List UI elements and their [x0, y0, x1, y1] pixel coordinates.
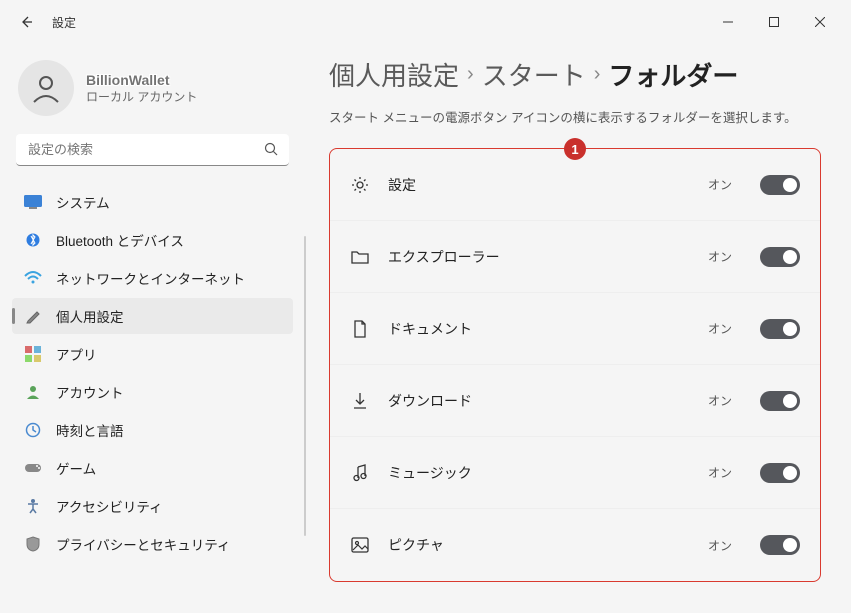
arrow-left-icon	[18, 14, 34, 30]
breadcrumb-folders: フォルダー	[608, 56, 738, 93]
toggle-music[interactable]	[760, 463, 800, 483]
page-description: スタート メニューの電源ボタン アイコンの横に表示するフォルダーを選択します。	[329, 107, 821, 126]
nav-privacy[interactable]: プライバシーとセキュリティ	[12, 526, 293, 562]
accessibility-icon	[24, 497, 42, 515]
document-icon	[350, 319, 370, 339]
row-label: 設定	[388, 175, 690, 195]
breadcrumb-personalization[interactable]: 個人用設定	[329, 56, 459, 93]
row-label: ピクチャ	[388, 535, 690, 555]
brush-icon	[24, 307, 42, 325]
breadcrumb-start[interactable]: スタート	[482, 56, 586, 93]
toggle-downloads[interactable]	[760, 391, 800, 411]
main-content: 個人用設定 › スタート › フォルダー スタート メニューの電源ボタン アイコ…	[305, 44, 851, 613]
nav-label: ネットワークとインターネット	[56, 268, 245, 288]
nav-label: 個人用設定	[56, 306, 124, 326]
nav-gaming[interactable]: ゲーム	[12, 450, 293, 486]
nav-label: 時刻と言語	[56, 420, 124, 440]
nav-label: システム	[56, 192, 110, 212]
maximize-button[interactable]	[751, 6, 797, 38]
user-account-type: ローカル アカウント	[86, 88, 197, 105]
breadcrumb: 個人用設定 › スタート › フォルダー	[329, 56, 821, 93]
toggle-documents[interactable]	[760, 319, 800, 339]
nav-bluetooth[interactable]: Bluetooth とデバイス	[12, 222, 293, 258]
toggle-state: オン	[708, 248, 732, 265]
user-name: BillionWallet	[86, 72, 197, 88]
wifi-icon	[24, 269, 42, 287]
music-icon	[350, 463, 370, 483]
nav-label: アプリ	[56, 344, 97, 364]
row-explorer: エクスプローラー オン	[330, 221, 820, 293]
bluetooth-icon	[24, 231, 42, 249]
nav: システム Bluetooth とデバイス ネットワークとインターネット 個人用設…	[12, 184, 293, 562]
titlebar: 設定	[0, 0, 851, 44]
close-button[interactable]	[797, 6, 843, 38]
folder-icon	[350, 247, 370, 267]
row-pictures: ピクチャ オン	[330, 509, 820, 581]
nav-time-language[interactable]: 時刻と言語	[12, 412, 293, 448]
row-label: ダウンロード	[388, 391, 690, 411]
account-icon	[24, 383, 42, 401]
toggle-state: オン	[708, 392, 732, 409]
window-controls	[705, 6, 843, 38]
maximize-icon	[769, 17, 779, 27]
shield-icon	[24, 535, 42, 553]
row-label: ミュージック	[388, 463, 690, 483]
nav-label: アクセシビリティ	[56, 496, 163, 516]
toggle-state: オン	[708, 464, 732, 481]
search-icon	[264, 142, 279, 157]
nav-label: ゲーム	[56, 458, 96, 478]
user-card[interactable]: BillionWallet ローカル アカウント	[12, 52, 293, 130]
system-icon	[24, 193, 42, 211]
nav-personalization[interactable]: 個人用設定	[12, 298, 293, 334]
toggle-state: オン	[708, 320, 732, 337]
close-icon	[815, 17, 825, 27]
gamepad-icon	[24, 459, 42, 477]
nav-accounts[interactable]: アカウント	[12, 374, 293, 410]
nav-network[interactable]: ネットワークとインターネット	[12, 260, 293, 296]
row-label: エクスプローラー	[388, 247, 690, 267]
scrollbar[interactable]	[304, 236, 306, 536]
settings-panel: 1 設定 オン エクスプローラー オン ドキュメント オン	[329, 148, 821, 582]
minimize-icon	[723, 17, 733, 27]
chevron-right-icon: ›	[467, 63, 474, 86]
person-icon	[26, 68, 66, 108]
nav-system[interactable]: システム	[12, 184, 293, 220]
apps-icon	[24, 345, 42, 363]
nav-apps[interactable]: アプリ	[12, 336, 293, 372]
nav-label: Bluetooth とデバイス	[56, 230, 184, 250]
nav-accessibility[interactable]: アクセシビリティ	[12, 488, 293, 524]
search-input[interactable]	[16, 134, 289, 166]
minimize-button[interactable]	[705, 6, 751, 38]
row-documents: ドキュメント オン	[330, 293, 820, 365]
download-icon	[350, 391, 370, 411]
window-title: 設定	[52, 14, 76, 31]
row-music: ミュージック オン	[330, 437, 820, 509]
toggle-settings[interactable]	[760, 175, 800, 195]
row-downloads: ダウンロード オン	[330, 365, 820, 437]
toggle-explorer[interactable]	[760, 247, 800, 267]
back-button[interactable]	[8, 4, 44, 40]
chevron-right-icon: ›	[594, 63, 601, 86]
search-box	[16, 134, 289, 166]
nav-label: プライバシーとセキュリティ	[56, 534, 230, 554]
avatar	[18, 60, 74, 116]
row-label: ドキュメント	[388, 319, 690, 339]
nav-label: アカウント	[56, 382, 124, 402]
clock-globe-icon	[24, 421, 42, 439]
toggle-state: オン	[708, 537, 732, 554]
sidebar: BillionWallet ローカル アカウント システム Bluetooth …	[0, 44, 305, 613]
toggle-state: オン	[708, 176, 732, 193]
gear-icon	[350, 175, 370, 195]
user-info: BillionWallet ローカル アカウント	[86, 72, 197, 105]
toggle-pictures[interactable]	[760, 535, 800, 555]
picture-icon	[350, 535, 370, 555]
annotation-badge: 1	[564, 138, 586, 160]
